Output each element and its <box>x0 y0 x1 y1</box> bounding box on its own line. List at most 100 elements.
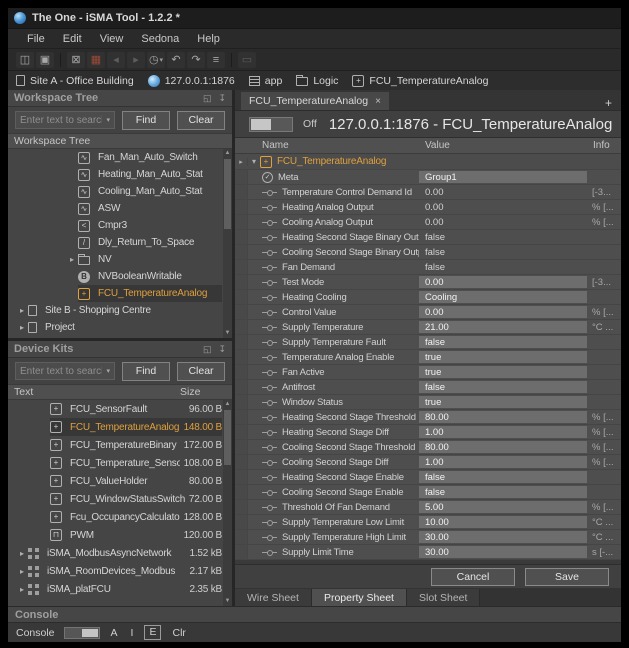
menu-view[interactable]: View <box>91 33 133 45</box>
property-value-cell[interactable]: false <box>419 471 587 483</box>
kit-item[interactable]: ▸iSMA_ModbusAsyncNetwork1.52 kB <box>8 544 232 562</box>
tree-item[interactable]: BNVBooleanWritable <box>8 268 232 285</box>
property-row[interactable]: Supply Limit Time30.00s [-... <box>235 545 621 560</box>
kit-item[interactable]: ▸iSMA_RoomDevices_Modbus2.17 kB <box>8 562 232 580</box>
property-row[interactable]: Cooling Second Stage Binary Outputfalse <box>235 245 621 260</box>
scroll-thumb[interactable] <box>224 159 231 229</box>
scroll-thumb[interactable] <box>224 410 231 465</box>
property-row[interactable]: Window Statustrue <box>235 395 621 410</box>
property-row[interactable]: Antifrostfalse <box>235 380 621 395</box>
scroll-down-icon[interactable]: ▼ <box>223 329 232 338</box>
expand-caret-icon[interactable]: ▸ <box>16 585 28 594</box>
property-value-cell[interactable]: 80.00 <box>419 441 587 453</box>
property-value-cell[interactable]: false <box>419 381 587 393</box>
device-icon[interactable]: ▦ <box>87 52 105 68</box>
property-row[interactable]: Cooling Analog Output0.00% [... <box>235 215 621 230</box>
view-tab-wire-sheet[interactable]: Wire Sheet <box>235 589 312 606</box>
console-button-i[interactable]: I <box>129 627 136 639</box>
kit-item[interactable]: +FCU_TemperatureBinary172.00 B <box>8 436 232 454</box>
layout-panels-icon[interactable]: ◫ <box>16 52 34 68</box>
property-value-cell[interactable]: true <box>419 396 587 408</box>
new-tab-button[interactable]: + <box>605 96 621 110</box>
tree-item[interactable]: /Dly_Return_To_Space <box>8 234 232 251</box>
cancel-button[interactable]: Cancel <box>431 568 515 586</box>
property-row[interactable]: ✓MetaGroup1 <box>235 170 621 185</box>
expand-caret-icon[interactable]: ▸ <box>16 549 28 558</box>
tree-item[interactable]: ∿ASW <box>8 200 232 217</box>
link-icon[interactable]: ▭ <box>238 52 256 68</box>
breadcrumb-item[interactable]: 127.0.0.1:1876 <box>148 75 235 87</box>
chevron-down-icon[interactable]: ▾ <box>106 367 114 375</box>
kit-item[interactable]: +FCU_TemperatureAnalog148.00 B <box>8 418 232 436</box>
expand-caret-icon[interactable]: ▸ <box>66 255 78 264</box>
property-value-cell[interactable]: 10.00 <box>419 516 587 528</box>
tree-item[interactable]: <Cmpr3 <box>8 217 232 234</box>
property-row[interactable]: Heating Second Stage Binary Outputfalse <box>235 230 621 245</box>
pin-panel-icon[interactable]: ↧ <box>218 93 226 104</box>
workspace-tree-scrollbar[interactable]: ▲ ▼ <box>223 149 232 338</box>
nav-back-icon[interactable]: ◂ <box>107 52 125 68</box>
console-toggle[interactable] <box>64 627 100 639</box>
device-kits-scrollbar[interactable]: ▲ ▼ <box>223 400 232 606</box>
device-kits-search-input[interactable] <box>16 366 106 377</box>
maximize-panel-icon[interactable]: ◱ <box>203 93 212 104</box>
property-row[interactable]: Threshold Of Fan Demand5.00% [... <box>235 500 621 515</box>
breadcrumb-item[interactable]: Site A - Office Building <box>16 75 134 87</box>
property-value-cell[interactable]: Group1 <box>419 171 587 183</box>
property-value-cell[interactable]: 30.00 <box>419 546 587 558</box>
pin-panel-icon[interactable]: ↧ <box>218 344 226 355</box>
property-row[interactable]: Heating CoolingCooling <box>235 290 621 305</box>
chevron-down-icon[interactable]: ▾ <box>106 116 114 124</box>
property-row[interactable]: Supply Temperature Low Limit10.00°C ... <box>235 515 621 530</box>
tree-item[interactable]: +FCU_TemperatureAnalog <box>8 285 232 302</box>
kit-item[interactable]: +FCU_WindowStatusSwitch72.00 B <box>8 490 232 508</box>
save-button[interactable]: Save <box>525 568 609 586</box>
close-icon[interactable]: × <box>375 96 381 107</box>
property-row[interactable]: Supply Temperature High Limit30.00°C ... <box>235 530 621 545</box>
history-clock-icon[interactable]: ◷▾ <box>147 52 165 68</box>
property-row[interactable]: Temperature Analog Enabletrue <box>235 350 621 365</box>
device-kits-search-combo[interactable]: ▾ <box>15 362 115 380</box>
kit-item[interactable]: ▸iSMA_platFCU2.35 kB <box>8 580 232 598</box>
console-button-e[interactable]: E <box>144 625 161 640</box>
nav-forward-icon[interactable]: ▸ <box>127 52 145 68</box>
workspace-tree-search-combo[interactable]: ▾ <box>15 111 115 129</box>
device-kits-find-button[interactable]: Find <box>122 362 170 381</box>
property-value-cell[interactable]: false <box>419 486 587 498</box>
tab-fcu-temperatureanalog[interactable]: FCU_TemperatureAnalog × <box>241 92 389 110</box>
property-row[interactable]: Heating Second Stage Threshold80.00% [..… <box>235 410 621 425</box>
property-row[interactable]: Heating Second Stage Enablefalse <box>235 470 621 485</box>
kit-item[interactable]: +Fcu_OccupancyCalculator128.00 B <box>8 508 232 526</box>
property-value-cell[interactable]: 5.00 <box>419 501 587 513</box>
property-row[interactable]: Test Mode0.00[-3... <box>235 275 621 290</box>
collapse-caret-icon[interactable]: ▾ <box>248 157 260 166</box>
property-value-cell[interactable]: 1.00 <box>419 426 587 438</box>
property-value-cell[interactable]: true <box>419 366 587 378</box>
workspace-tree-find-button[interactable]: Find <box>122 111 170 130</box>
menu-edit[interactable]: Edit <box>54 33 91 45</box>
property-value-cell[interactable]: 0.00 <box>419 276 587 288</box>
property-value-cell[interactable]: false <box>419 336 587 348</box>
scroll-up-icon[interactable]: ▲ <box>223 149 232 158</box>
tree-item[interactable]: ▸NV <box>8 251 232 268</box>
property-row[interactable]: Heating Second Stage Diff1.00% [... <box>235 425 621 440</box>
tree-item[interactable]: ∿Fan_Man_Auto_Switch <box>8 149 232 166</box>
property-root-row[interactable]: ▸ ▾ + FCU_TemperatureAnalog <box>235 154 621 170</box>
view-tab-slot-sheet[interactable]: Slot Sheet <box>407 589 480 606</box>
off-toggle[interactable] <box>249 117 293 132</box>
expand-caret-icon[interactable]: ▸ <box>16 306 28 315</box>
scroll-up-icon[interactable]: ▲ <box>223 400 232 409</box>
kit-item[interactable]: +FCU_ValueHolder80.00 B <box>8 472 232 490</box>
maximize-panel-icon[interactable]: ◱ <box>203 344 212 355</box>
breadcrumb-item[interactable]: app <box>249 75 283 87</box>
menu-help[interactable]: Help <box>188 33 229 45</box>
property-value-cell[interactable]: true <box>419 351 587 363</box>
property-row[interactable]: Control Value0.00% [... <box>235 305 621 320</box>
property-row[interactable]: Temperature Control Demand Id0.00[-3... <box>235 185 621 200</box>
property-row[interactable]: Cooling Second Stage Enablefalse <box>235 485 621 500</box>
property-value-cell[interactable]: 0.00 <box>419 306 587 318</box>
property-value-cell[interactable]: Cooling <box>419 291 587 303</box>
property-row[interactable]: Cooling Second Stage Diff1.00% [... <box>235 455 621 470</box>
property-value-cell[interactable]: 30.00 <box>419 531 587 543</box>
list-icon[interactable]: ≡ <box>207 52 225 68</box>
